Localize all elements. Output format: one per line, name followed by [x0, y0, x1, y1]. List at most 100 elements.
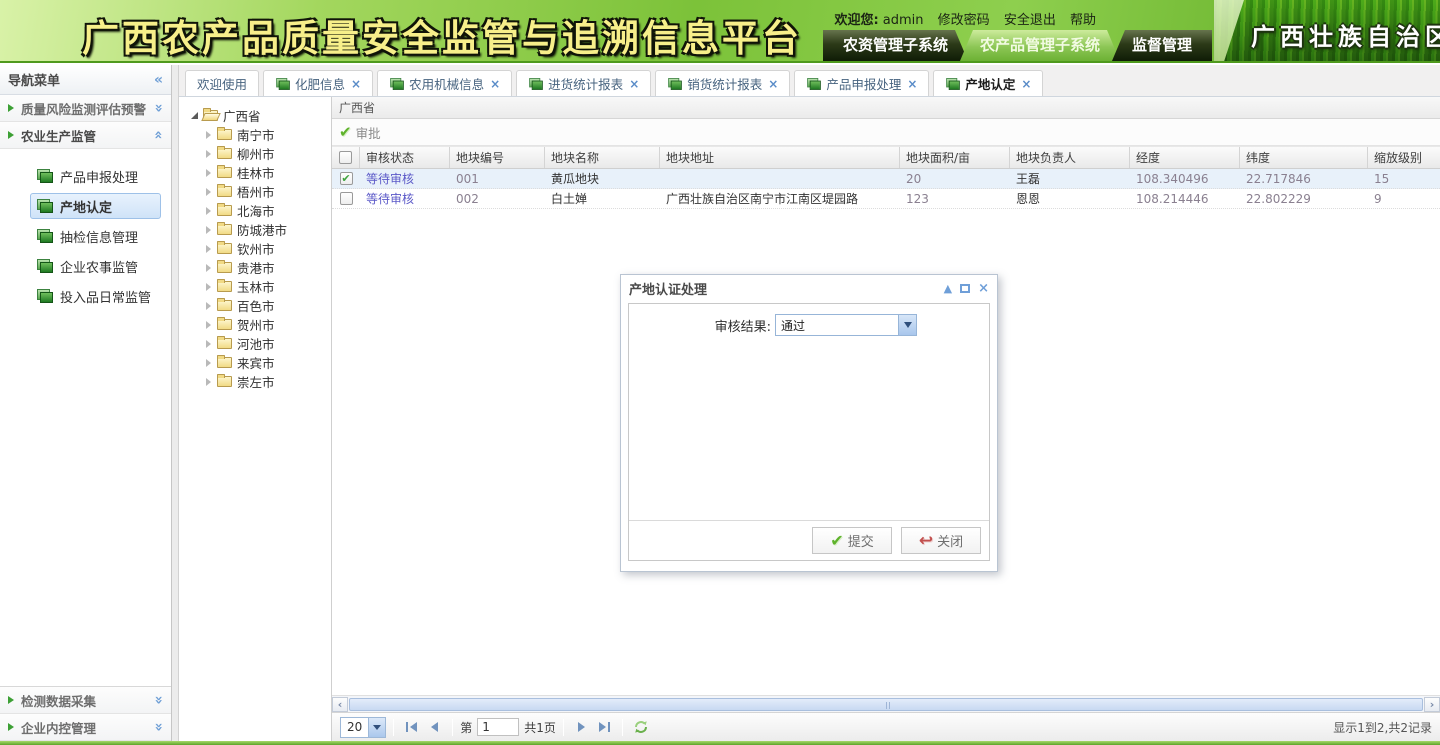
row-checkbox[interactable]: ✔ [340, 172, 353, 185]
prev-page-button[interactable] [423, 717, 445, 737]
tab-close-icon[interactable]: × [629, 77, 639, 91]
tree-collapsed-icon[interactable] [206, 283, 211, 291]
sidebar-collapse-icon[interactable]: « [154, 72, 163, 88]
sidebar-section-test-data[interactable]: 检测数据采集 » [0, 687, 171, 714]
scroll-left-arrow[interactable]: ‹ [332, 697, 348, 712]
col-header-plot-area[interactable]: 地块面积/亩 [900, 147, 1010, 168]
tree-node-city[interactable]: 梧州市 [201, 182, 331, 201]
tree-collapsed-icon[interactable] [206, 321, 211, 329]
tab-sales-report[interactable]: 销货统计报表 × [655, 70, 790, 96]
tree-node-city[interactable]: 桂林市 [201, 163, 331, 182]
col-header-plot-manager[interactable]: 地块负责人 [1010, 147, 1130, 168]
tree-node-city[interactable]: 来宾市 [201, 353, 331, 372]
select-all-checkbox[interactable] [339, 151, 352, 164]
tree-collapsed-icon[interactable] [206, 131, 211, 139]
scroll-right-arrow[interactable]: › [1424, 697, 1440, 712]
tree-node-city[interactable]: 南宁市 [201, 125, 331, 144]
page-size-select[interactable]: 20 [340, 717, 386, 738]
page-number-input[interactable] [477, 718, 519, 736]
sidebar-item-input-daily-supervision[interactable]: 投入品日常监管 [30, 283, 161, 309]
tree-node-city[interactable]: 贵港市 [201, 258, 331, 277]
tree-collapsed-icon[interactable] [206, 340, 211, 348]
sidebar-section-risk-warning[interactable]: 质量风险监测评估预警 » [0, 95, 171, 122]
tree-collapsed-icon[interactable] [206, 378, 211, 386]
tree-node-city[interactable]: 崇左市 [201, 372, 331, 391]
close-button[interactable]: ↩ 关闭 [901, 527, 981, 554]
chevron-down-icon[interactable]: » [150, 103, 166, 112]
tab-close-icon[interactable]: × [1021, 77, 1031, 91]
refresh-button[interactable] [630, 717, 652, 737]
tab-welcome[interactable]: 欢迎使用 [185, 70, 259, 96]
tree-node-city[interactable]: 钦州市 [201, 239, 331, 258]
tab-product-declaration[interactable]: 产品申报处理 × [794, 70, 929, 96]
row-checkbox[interactable] [340, 192, 353, 205]
col-header-plot-name[interactable]: 地块名称 [545, 147, 660, 168]
chevron-up-icon[interactable]: » [150, 130, 166, 139]
sidebar-section-agri-production[interactable]: 农业生产监管 » [0, 122, 171, 149]
collapse-dialog-icon[interactable]: ▲ [944, 283, 952, 294]
col-header-zoom-level[interactable]: 缩放级别 [1368, 147, 1440, 168]
tree-collapsed-icon[interactable] [206, 188, 211, 196]
help-link[interactable]: 帮助 [1070, 13, 1096, 28]
scrollbar-track[interactable] [348, 697, 1424, 712]
subsystem-tab-agri-materials[interactable]: 农资管理子系统 [823, 30, 968, 61]
tree-collapsed-icon[interactable] [206, 264, 211, 272]
tree-node-city[interactable]: 贺州市 [201, 315, 331, 334]
tab-machinery-info[interactable]: 农用机械信息 × [377, 70, 512, 96]
tab-close-icon[interactable]: × [351, 77, 361, 91]
first-page-button[interactable] [401, 717, 423, 737]
close-dialog-icon[interactable]: × [978, 283, 989, 294]
tab-purchase-report[interactable]: 进货统计报表 × [516, 70, 651, 96]
tree-collapsed-icon[interactable] [206, 359, 211, 367]
approve-button[interactable]: ✔ 审批 [339, 123, 381, 142]
tree-collapsed-icon[interactable] [206, 207, 211, 215]
col-header-status[interactable]: 审核状态 [360, 147, 450, 168]
sidebar-item-product-declaration[interactable]: 产品申报处理 [30, 163, 161, 189]
submit-button[interactable]: ✔ 提交 [812, 527, 892, 554]
sidebar-section-internal-control[interactable]: 企业内控管理 » [0, 714, 171, 741]
maximize-dialog-icon[interactable] [960, 284, 970, 293]
tree-collapsed-icon[interactable] [206, 226, 211, 234]
tab-fertilizer-info[interactable]: 化肥信息 × [263, 70, 373, 96]
cell-status[interactable]: 等待审核 [360, 170, 450, 187]
tree-node-city[interactable]: 百色市 [201, 296, 331, 315]
table-row[interactable]: ✔ 等待审核 001 黄瓜地块 20 王磊 108.340496 22.7178… [332, 169, 1440, 189]
dropdown-arrow-icon[interactable] [898, 315, 916, 335]
chevron-down-icon[interactable]: » [150, 722, 166, 731]
sidebar-splitter[interactable] [172, 65, 179, 741]
col-header-plot-address[interactable]: 地块地址 [660, 147, 900, 168]
next-page-button[interactable] [571, 717, 593, 737]
tree-node-city[interactable]: 防城港市 [201, 220, 331, 239]
subsystem-tab-agri-products[interactable]: 农产品管理子系统 [960, 30, 1120, 61]
tab-origin-certification[interactable]: 产地认定 × [933, 70, 1043, 96]
table-row[interactable]: 等待审核 002 白土婵 广西壮族自治区南宁市江南区堤园路 123 恩恩 108… [332, 189, 1440, 209]
dropdown-arrow-icon[interactable] [368, 718, 385, 737]
sidebar-item-sampling-info[interactable]: 抽检信息管理 [30, 223, 161, 249]
tree-collapsed-icon[interactable] [206, 302, 211, 310]
tree-root-guangxi[interactable]: 广西省 [187, 106, 331, 125]
dialog-titlebar[interactable]: 产地认证处理 ▲ × [621, 275, 997, 301]
sidebar-item-enterprise-farming[interactable]: 企业农事监管 [30, 253, 161, 279]
cell-status[interactable]: 等待审核 [360, 190, 450, 207]
col-header-plot-code[interactable]: 地块编号 [450, 147, 545, 168]
logout-link[interactable]: 安全退出 [1004, 13, 1056, 28]
col-header-longitude[interactable]: 经度 [1130, 147, 1240, 168]
tree-node-city[interactable]: 柳州市 [201, 144, 331, 163]
tree-node-city[interactable]: 北海市 [201, 201, 331, 220]
tree-collapsed-icon[interactable] [206, 245, 211, 253]
tab-close-icon[interactable]: × [490, 77, 500, 91]
subsystem-tab-supervision[interactable]: 监督管理 [1112, 30, 1212, 61]
last-page-button[interactable] [593, 717, 615, 737]
chevron-down-icon[interactable]: » [150, 695, 166, 704]
tree-collapsed-icon[interactable] [206, 169, 211, 177]
col-header-latitude[interactable]: 纬度 [1240, 147, 1368, 168]
change-password-link[interactable]: 修改密码 [938, 13, 990, 28]
scrollbar-thumb[interactable] [349, 698, 1423, 711]
tab-close-icon[interactable]: × [768, 77, 778, 91]
tree-collapsed-icon[interactable] [206, 150, 211, 158]
tab-close-icon[interactable]: × [907, 77, 917, 91]
sidebar-item-origin-certification[interactable]: 产地认定 [30, 193, 161, 219]
tree-node-city[interactable]: 玉林市 [201, 277, 331, 296]
tree-expanded-icon[interactable] [191, 112, 198, 119]
review-result-select[interactable]: 通过 [775, 314, 917, 336]
